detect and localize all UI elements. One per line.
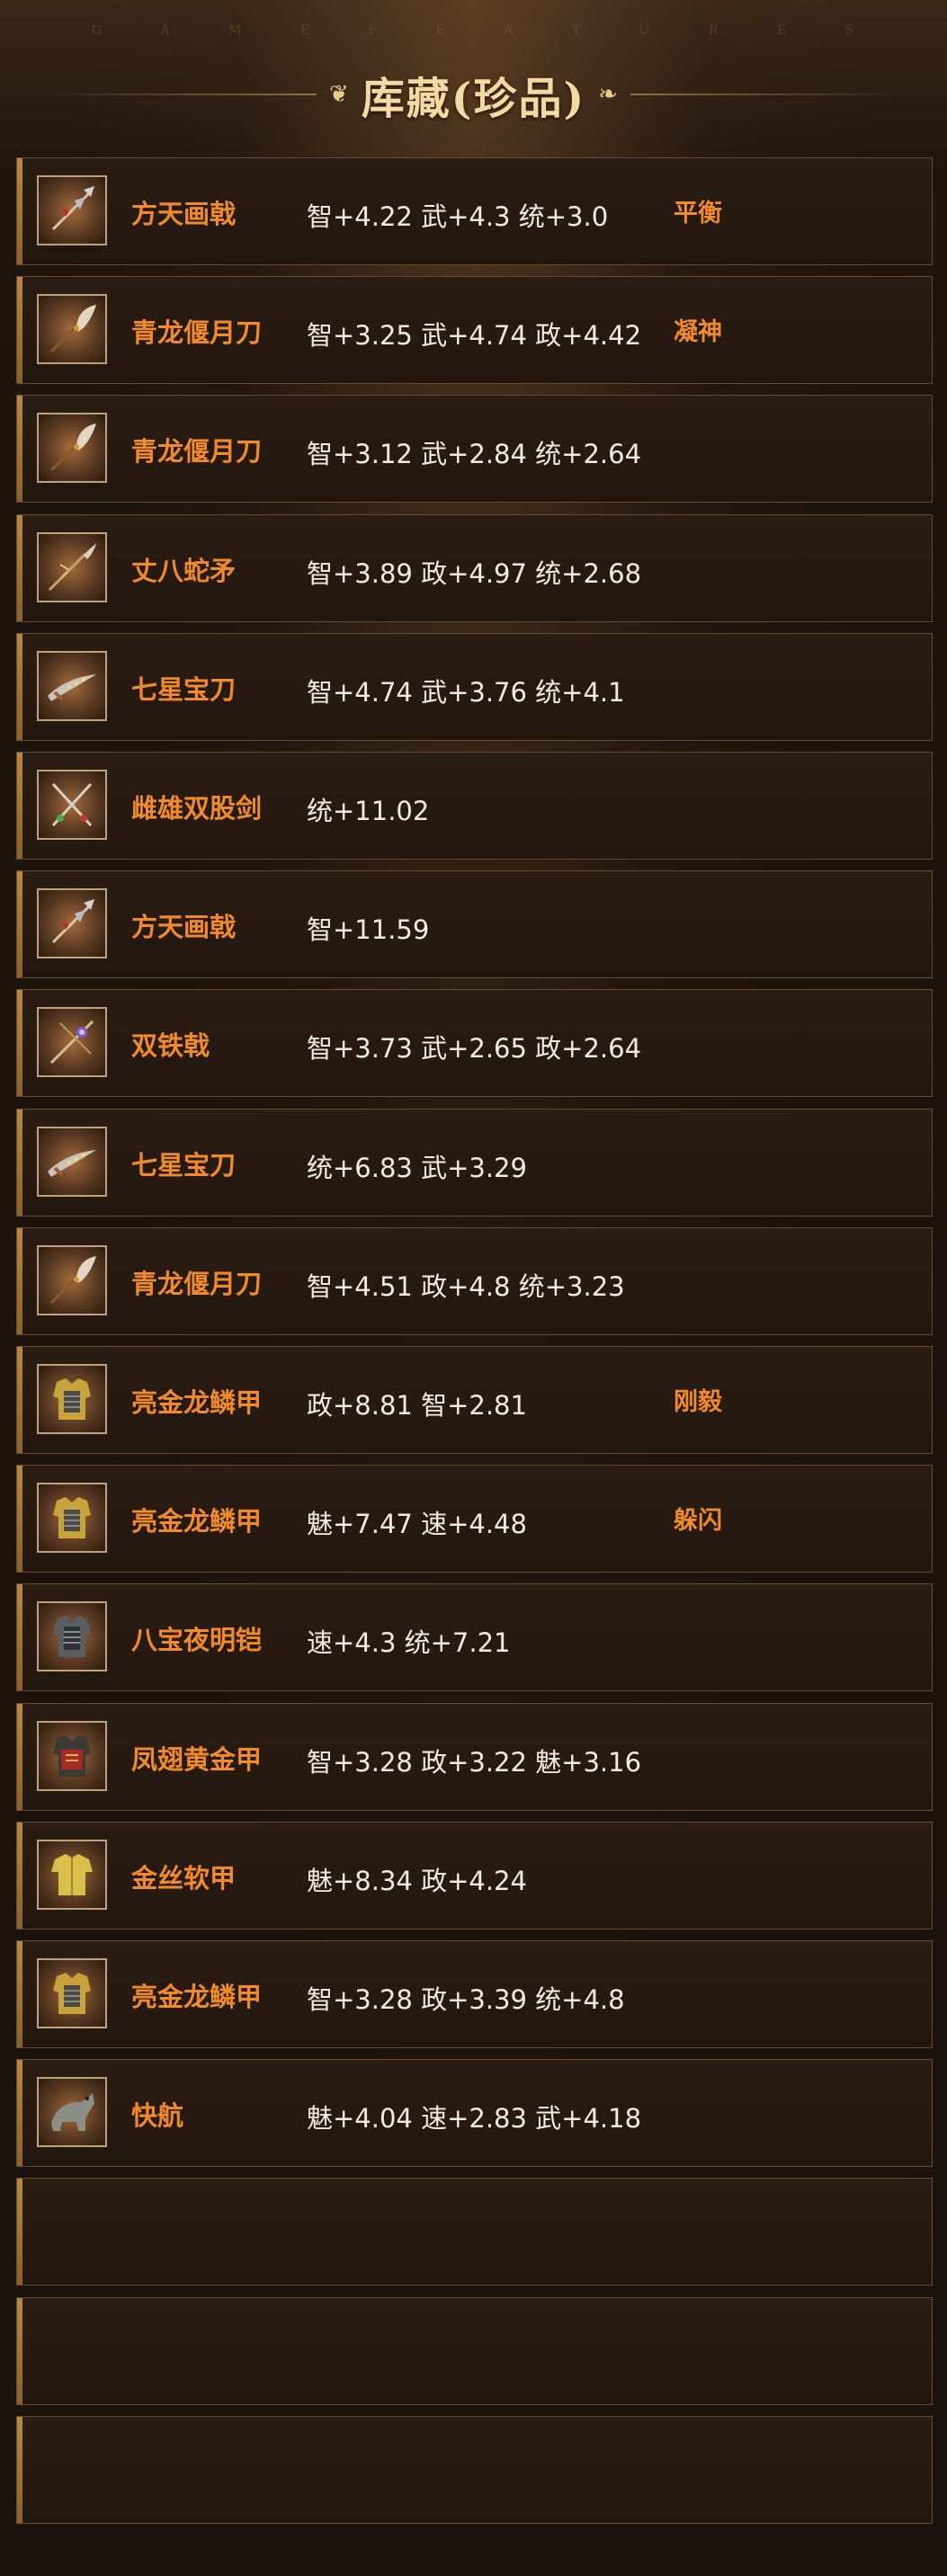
- item-stats: 智+4.51 政+4.8 统+3.23: [307, 1270, 625, 1302]
- glaive-icon: [37, 413, 107, 484]
- item-row[interactable]: 丈八蛇矛 智+3.89 政+4.97 统+2.68: [16, 513, 933, 622]
- title-row: ❦ 库藏(珍品) ❧: [0, 63, 947, 126]
- page-title: 库藏(珍品): [361, 74, 586, 124]
- twin-iron-halberd-icon: [37, 1007, 107, 1078]
- item-name: 方天画戟: [131, 912, 237, 943]
- item-stats: 智+4.22 武+4.3 统+3.0: [307, 201, 609, 232]
- item-name: 双铁戟: [131, 1030, 210, 1062]
- seven-star-sword-icon: [37, 1126, 107, 1197]
- item-row[interactable]: 方天画戟 智+11.59: [16, 870, 933, 979]
- watermark-letter: A: [160, 23, 172, 38]
- phoenix-armor-icon: [37, 1720, 107, 1791]
- item-name: 青龙偃月刀: [131, 317, 263, 349]
- item-name: 亮金龙鳞甲: [131, 1982, 263, 2012]
- watermark-letter: E: [299, 23, 311, 38]
- title-ornament-right-icon: ❧: [598, 81, 619, 108]
- glaive-icon: [37, 1244, 107, 1315]
- item-stats: 魅+8.34 政+4.24: [307, 1865, 527, 1896]
- halberd-icon: [37, 175, 107, 245]
- item-trait: 平衡: [674, 200, 722, 227]
- watermark-letter: U: [639, 23, 652, 38]
- watermark-letter: G: [91, 23, 103, 38]
- halberd-icon: [37, 888, 107, 959]
- item-stats: 魅+4.04 速+2.83 武+4.18: [307, 2103, 642, 2135]
- watermark-letter: S: [844, 23, 856, 38]
- item-row[interactable]: 亮金龙鳞甲 政+8.81 智+2.81 刚毅: [16, 1346, 933, 1454]
- item-name: 凤翅黄金甲: [131, 1743, 263, 1775]
- item-stats: 智+11.59: [307, 914, 430, 946]
- item-row[interactable]: 七星宝刀 统+6.83 武+3.29: [16, 1108, 933, 1217]
- item-name: 亮金龙鳞甲: [131, 1506, 263, 1538]
- item-stats: 统+11.02: [307, 796, 430, 826]
- item-name: 八宝夜明铠: [131, 1625, 263, 1656]
- item-name: 方天画戟: [131, 199, 237, 229]
- gold-armor-icon: [37, 1364, 107, 1434]
- watermark-letter: A: [504, 23, 515, 38]
- item-stats: 速+4.3 统+7.21: [307, 1627, 511, 1659]
- storage-page: G A M E F E A T U R E S ❦ 库藏(珍品) ❧ 方天画戟 智+4.22 武+4.3…: [0, 0, 947, 2576]
- item-trait: 凝神: [674, 318, 722, 347]
- item-row[interactable]: 双铁戟 智+3.73 武+2.65 政+2.64: [16, 989, 933, 1098]
- dark-armor-icon: [37, 1601, 107, 1672]
- item-stats: 智+4.74 武+3.76 统+4.1: [307, 676, 625, 708]
- silk-armor-icon: [37, 1839, 107, 1910]
- empty-slot[interactable]: [16, 2178, 933, 2286]
- item-trait: 刚毅: [674, 1388, 722, 1416]
- page-header: G A M E F E A T U R E S ❦ 库藏(珍品) ❧: [0, 0, 947, 153]
- watermark-letter: E: [776, 23, 789, 38]
- item-name: 七星宝刀: [131, 673, 237, 705]
- item-stats: 统+6.83 武+3.29: [307, 1152, 527, 1183]
- watermark-letter: M: [228, 23, 244, 38]
- horse-icon: [37, 2077, 107, 2148]
- item-trait: 躲闪: [674, 1507, 722, 1536]
- item-stats: 魅+7.47 速+4.48: [307, 1509, 527, 1540]
- item-stats: 智+3.28 政+3.22 魅+3.16: [307, 1746, 642, 1778]
- item-row[interactable]: 青龙偃月刀 智+4.51 政+4.8 统+3.23: [16, 1226, 933, 1335]
- watermark-letter: R: [708, 23, 720, 38]
- title-divider-right: [630, 94, 910, 95]
- header-watermark: GAMEFEATURES: [0, 23, 947, 38]
- item-row[interactable]: 青龙偃月刀 智+3.12 武+2.84 统+2.64: [16, 395, 933, 504]
- serpent-spear-icon: [37, 531, 107, 602]
- item-row[interactable]: 凤翅黄金甲 智+3.28 政+3.22 魅+3.16: [16, 1702, 933, 1811]
- glaive-icon: [37, 294, 107, 365]
- item-stats: 政+8.81 智+2.81: [307, 1390, 527, 1421]
- item-row[interactable]: 方天画戟 智+4.22 武+4.3 统+3.0 平衡: [16, 157, 933, 265]
- item-row[interactable]: 金丝软甲 魅+8.34 政+4.24: [16, 1821, 933, 1930]
- item-stats: 智+3.25 武+4.74 政+4.42: [307, 320, 642, 352]
- item-name: 雌雄双股剑: [131, 793, 263, 824]
- item-name: 快航: [131, 2100, 184, 2132]
- gold-armor-icon: [37, 1958, 107, 2028]
- item-name: 青龙偃月刀: [131, 1268, 263, 1299]
- item-name: 金丝软甲: [131, 1862, 237, 1894]
- item-row[interactable]: 七星宝刀 智+4.74 武+3.76 统+4.1: [16, 632, 933, 741]
- gold-armor-icon: [37, 1483, 107, 1554]
- item-name: 亮金龙鳞甲: [131, 1387, 263, 1418]
- watermark-letter: F: [368, 23, 380, 38]
- twin-swords-icon: [37, 770, 107, 840]
- watermark-letter: E: [435, 23, 447, 38]
- item-name: 丈八蛇矛: [131, 555, 237, 586]
- seven-star-sword-icon: [37, 650, 107, 721]
- title-divider-left: [37, 94, 317, 95]
- item-stats: 智+3.89 政+4.97 统+2.68: [307, 557, 642, 589]
- item-row[interactable]: 亮金龙鳞甲 智+3.28 政+3.39 统+4.8: [16, 1940, 933, 2048]
- item-row[interactable]: 八宝夜明铠 速+4.3 统+7.21: [16, 1583, 933, 1692]
- item-row[interactable]: 青龙偃月刀 智+3.25 武+4.74 政+4.42 凝神: [16, 276, 933, 385]
- item-row[interactable]: 亮金龙鳞甲 魅+7.47 速+4.48 躲闪: [16, 1465, 933, 1573]
- item-stats: 智+3.28 政+3.39 统+4.8: [307, 1984, 625, 2015]
- item-row[interactable]: 快航 魅+4.04 速+2.83 武+4.18: [16, 2059, 933, 2168]
- empty-slot[interactable]: [16, 2296, 933, 2405]
- item-name: 青龙偃月刀: [131, 436, 263, 468]
- empty-slot[interactable]: [16, 2415, 933, 2524]
- watermark-letter: T: [571, 23, 583, 38]
- title-ornament-left-icon: ❦: [328, 81, 349, 108]
- item-stats: 智+3.12 武+2.84 统+2.64: [307, 439, 642, 470]
- item-name: 七星宝刀: [131, 1149, 237, 1181]
- item-row[interactable]: 雌雄双股剑 统+11.02: [16, 752, 933, 860]
- item-stats: 智+3.73 武+2.65 政+2.64: [307, 1033, 642, 1065]
